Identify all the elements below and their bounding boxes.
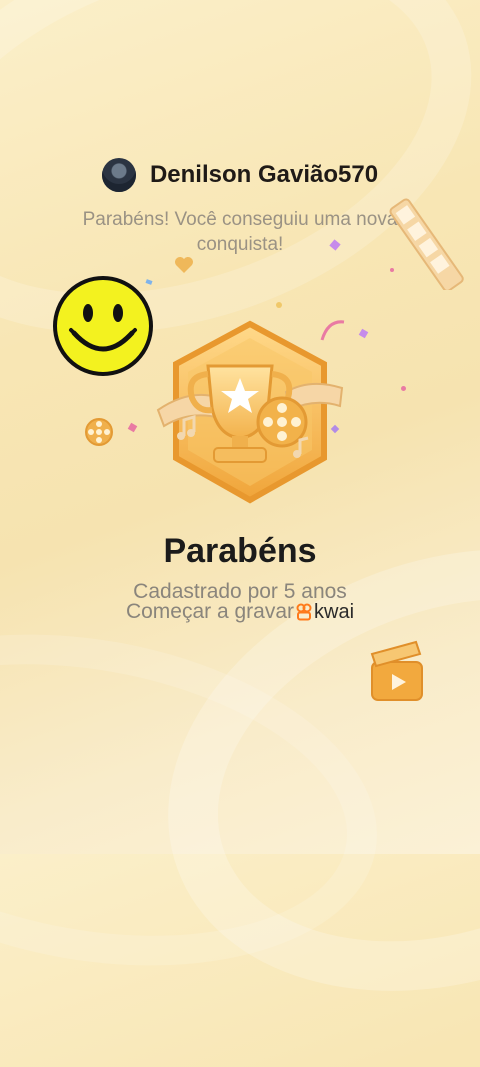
achievement-subtitle: Parabéns! Você conseguiu uma nova conqui… bbox=[82, 209, 398, 255]
username[interactable]: Denilson Gavião570 bbox=[150, 161, 378, 189]
start-recording-label: Começar a gravar bbox=[125, 600, 295, 623]
smiley-face-icon bbox=[53, 276, 153, 376]
clapperboard-icon bbox=[370, 640, 423, 701]
avatar[interactable] bbox=[101, 158, 136, 192]
heart-icon bbox=[175, 257, 193, 273]
confetti-icon bbox=[390, 268, 394, 272]
background-swirl bbox=[0, 592, 404, 1008]
achievement-title: Parabéns bbox=[163, 532, 317, 570]
film-strip-icon bbox=[389, 198, 464, 290]
confetti-icon bbox=[358, 328, 369, 339]
confetti-icon bbox=[127, 422, 138, 433]
confetti-icon bbox=[320, 320, 345, 341]
kwai-brand-text: kwai bbox=[314, 600, 355, 623]
confetti-icon bbox=[401, 386, 406, 391]
user-header: Denilson Gavião570 bbox=[0, 158, 480, 192]
start-recording-link[interactable]: Começar a gravar kwai bbox=[0, 600, 480, 624]
achievement-badge bbox=[156, 320, 344, 504]
confetti-icon bbox=[276, 302, 282, 308]
kwai-logo: kwai bbox=[296, 601, 354, 624]
kwai-brand-icon bbox=[296, 603, 312, 621]
film-reel-icon bbox=[85, 418, 113, 446]
